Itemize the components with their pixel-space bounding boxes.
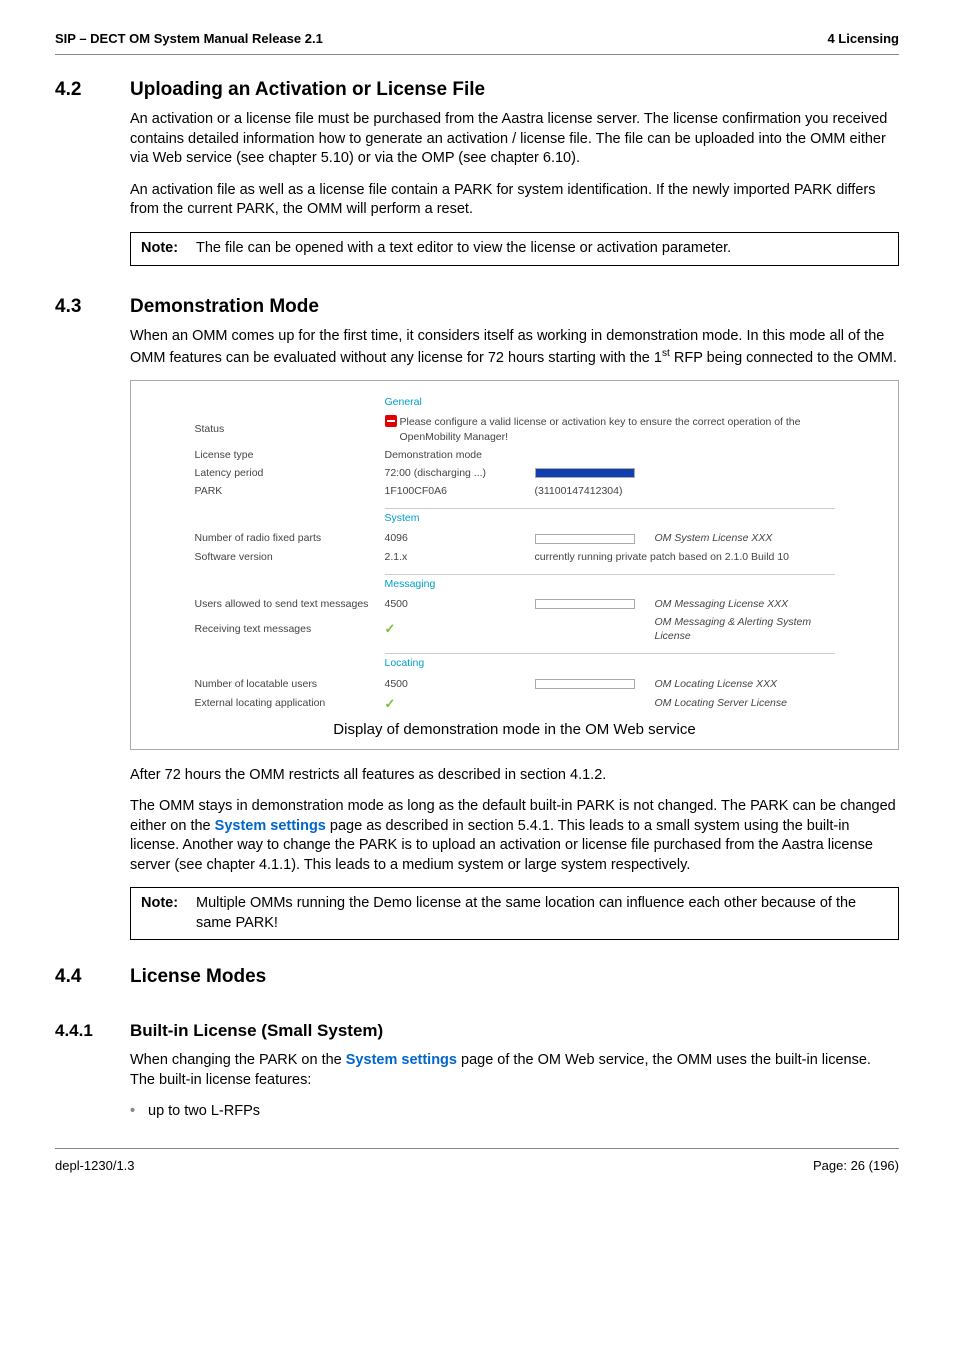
header-right: 4 Licensing	[827, 30, 899, 48]
value-loc-users: 4500	[385, 677, 535, 691]
table-row: General	[195, 391, 835, 413]
value-latency: 72:00 (discharging ...)	[385, 466, 535, 480]
note-text: The file can be opened with a text edito…	[196, 239, 731, 259]
paragraph: An activation file as well as a license …	[130, 181, 899, 220]
paragraph: When changing the PARK on the System set…	[130, 1051, 899, 1090]
table-row: External locating application ✓ OM Locat…	[195, 693, 835, 715]
figure-inner: General Status Please configure a valid …	[195, 391, 835, 714]
section-title: Demonstration Mode	[130, 294, 319, 320]
label-receiving: Receiving text messages	[195, 622, 385, 636]
label-users-send: Users allowed to send text messages	[195, 597, 385, 611]
section-number: 4.4	[55, 964, 130, 990]
section-4-4-1-body: When changing the PARK on the System set…	[130, 1051, 899, 1122]
section-4-3-heading: 4.3 Demonstration Mode	[55, 294, 899, 320]
table-row: PARK 1F100CF0A6 (31100147412304)	[195, 482, 835, 500]
footer-left: depl-1230/1.3	[55, 1157, 135, 1175]
figure-caption: Display of demonstration mode in the OM …	[131, 720, 898, 740]
value-park-1: 1F100CF0A6	[385, 484, 535, 498]
note-box: Note: Multiple OMMs running the Demo lic…	[130, 887, 899, 940]
license-ext-loc: OM Locating Server License	[655, 696, 835, 710]
check-icon: ✓	[385, 696, 396, 711]
section-title: Uploading an Activation or License File	[130, 77, 485, 103]
group-header-system: System	[385, 508, 835, 527]
section-number: 4.2	[55, 77, 130, 103]
progress-latency	[535, 466, 635, 480]
table-row: Messaging	[195, 572, 835, 595]
license-receiving: OM Messaging & Alerting System License	[655, 615, 835, 643]
stop-icon	[385, 415, 397, 427]
label-sw-version: Software version	[195, 550, 385, 564]
section-number: 4.3	[55, 294, 130, 320]
paragraph: An activation or a license file must be …	[130, 110, 899, 169]
table-row: Locating	[195, 651, 835, 674]
note-label: Note:	[141, 894, 196, 933]
value-license-type: Demonstration mode	[385, 448, 482, 462]
paragraph: The OMM stays in demonstration mode as l…	[130, 797, 899, 875]
label-license-type: License type	[195, 448, 385, 462]
table-row: License type Demonstration mode	[195, 446, 835, 464]
license-loc: OM Locating License XXX	[655, 677, 835, 691]
page-header: SIP – DECT OM System Manual Release 2.1 …	[55, 30, 899, 54]
section-4-4-1-heading: 4.4.1 Built-in License (Small System)	[55, 1020, 899, 1043]
note-sw-version: currently running private patch based on…	[535, 550, 835, 564]
text: When changing the PARK on the	[130, 1052, 346, 1068]
table-row: System	[195, 506, 835, 529]
label-nrfp: Number of radio fixed parts	[195, 531, 385, 545]
footer-right: Page: 26 (196)	[813, 1157, 899, 1175]
progress-users	[535, 597, 655, 611]
status-text: Please configure a valid license or acti…	[400, 415, 835, 443]
value-users-send: 4500	[385, 597, 535, 611]
table-row: Status Please configure a valid license …	[195, 413, 835, 445]
progress-nrfp	[535, 531, 655, 545]
section-4-2-heading: 4.2 Uploading an Activation or License F…	[55, 77, 899, 103]
text: RFP being connected to the OMM.	[670, 350, 897, 366]
value-sw-version: 2.1.x	[385, 550, 535, 564]
link-system-settings[interactable]: System settings	[346, 1052, 457, 1068]
section-4-4-heading: 4.4 License Modes	[55, 964, 899, 990]
section-4-3-body: When an OMM comes up for the first time,…	[130, 327, 899, 940]
note-label: Note:	[141, 239, 196, 259]
label-loc-users: Number of locatable users	[195, 677, 385, 691]
table-row: Latency period 72:00 (discharging ...)	[195, 464, 835, 482]
link-system-settings[interactable]: System settings	[215, 818, 326, 834]
label-status: Status	[195, 422, 385, 436]
text: up to two L-RFPs	[148, 1103, 260, 1119]
section-title: Built-in License (Small System)	[130, 1020, 383, 1043]
note-box: Note: The file can be opened with a text…	[130, 232, 899, 266]
superscript-st: st	[662, 348, 670, 359]
section-number: 4.4.1	[55, 1020, 130, 1043]
header-left: SIP – DECT OM System Manual Release 2.1	[55, 30, 323, 48]
note-text: Multiple OMMs running the Demo license a…	[196, 894, 888, 933]
group-header-locating: Locating	[385, 653, 835, 672]
license-nrfp: OM System License XXX	[655, 531, 835, 545]
group-header-messaging: Messaging	[385, 574, 835, 593]
section-title: License Modes	[130, 964, 266, 990]
list-item: up to two L-RFPs	[130, 1102, 899, 1122]
table-row: Number of radio fixed parts 4096 OM Syst…	[195, 529, 835, 547]
label-latency: Latency period	[195, 466, 385, 480]
progress-loc	[535, 677, 655, 691]
value-park-2: (31100147412304)	[535, 484, 623, 498]
table-row: Users allowed to send text messages 4500…	[195, 595, 835, 613]
license-users: OM Messaging License XXX	[655, 597, 835, 611]
check-icon: ✓	[385, 621, 396, 636]
table-row: Receiving text messages ✓ OM Messaging &…	[195, 613, 835, 645]
label-park: PARK	[195, 484, 385, 498]
figure-demo-mode: General Status Please configure a valid …	[130, 380, 899, 749]
page-footer: depl-1230/1.3 Page: 26 (196)	[55, 1149, 899, 1175]
paragraph: After 72 hours the OMM restricts all fea…	[130, 766, 899, 786]
table-row: Number of locatable users 4500 OM Locati…	[195, 675, 835, 693]
paragraph: When an OMM comes up for the first time,…	[130, 327, 899, 368]
header-rule	[55, 54, 899, 55]
label-ext-loc: External locating application	[195, 696, 385, 710]
value-nrfp: 4096	[385, 531, 535, 545]
bullet-list: up to two L-RFPs	[130, 1102, 899, 1122]
section-4-2-body: An activation or a license file must be …	[130, 110, 899, 265]
group-header-general: General	[385, 393, 835, 411]
table-row: Software version 2.1.x currently running…	[195, 548, 835, 566]
